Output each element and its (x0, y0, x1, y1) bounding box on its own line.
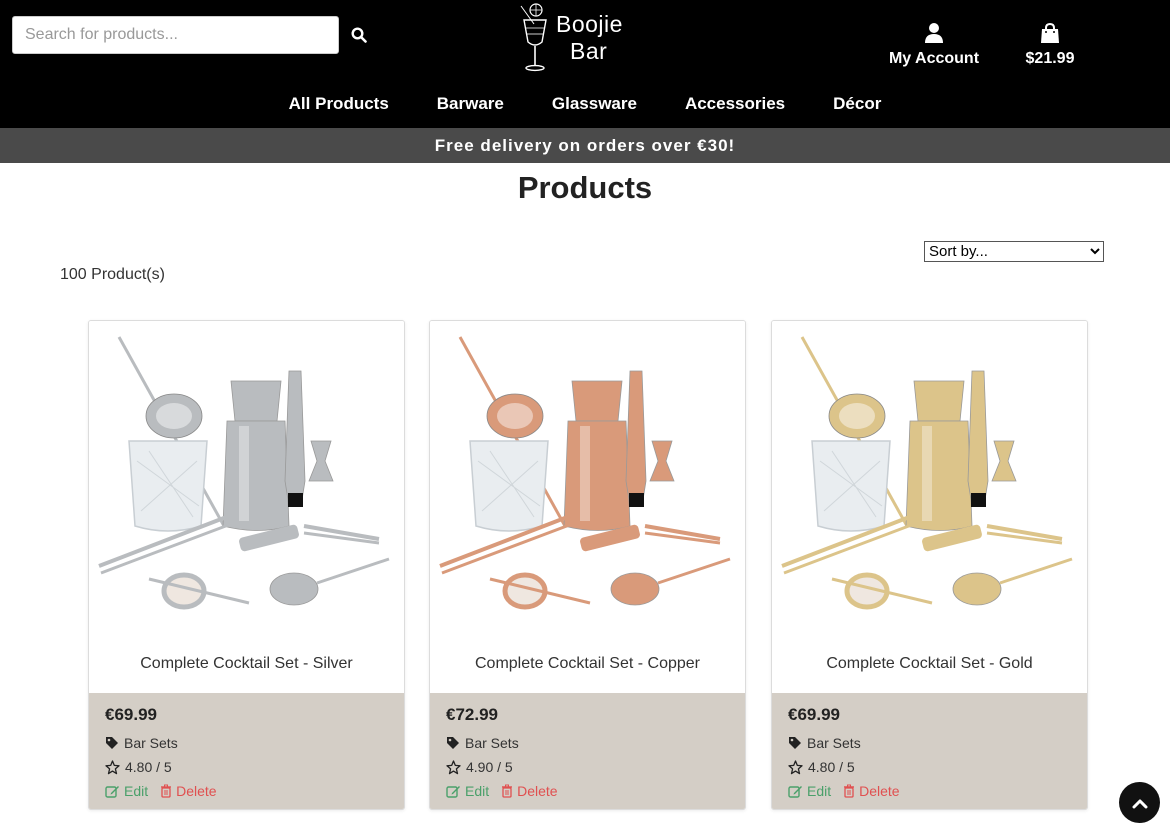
search-button[interactable] (339, 16, 379, 54)
edit-button[interactable]: Edit (105, 783, 148, 799)
nav-glassware[interactable]: Glassware (528, 90, 661, 118)
edit-label: Edit (465, 783, 490, 799)
category-label: Bar Sets (465, 735, 519, 751)
logo-line-1: Boojie (556, 11, 623, 37)
product-footer: €72.99 Bar Sets 4.90 / 5 Edit Delete (430, 693, 745, 809)
cocktail-set-image (772, 321, 1087, 639)
edit-button[interactable]: Edit (446, 783, 489, 799)
star-icon (105, 759, 120, 774)
product-name[interactable]: Complete Cocktail Set - Silver (89, 655, 404, 673)
delete-label: Delete (859, 783, 900, 799)
product-actions: Edit Delete (788, 782, 1071, 800)
product-count: 100 Product(s) (60, 266, 165, 283)
star-icon (788, 759, 803, 774)
search-input[interactable] (12, 16, 339, 54)
cart-link[interactable]: $21.99 (1012, 22, 1088, 68)
cocktail-set-image (89, 321, 404, 639)
search-bar (12, 16, 379, 54)
logo-text: Boojie Bar (556, 11, 623, 65)
site-header: Boojie Bar My Account $21.99 All Product… (0, 0, 1170, 128)
page-title: Products (517, 170, 653, 205)
search-icon (351, 27, 367, 43)
product-category: Bar Sets (446, 734, 729, 752)
rating-label: 4.90 / 5 (466, 759, 513, 775)
product-image[interactable] (89, 321, 404, 639)
product-footer: €69.99 Bar Sets 4.80 / 5 Edit Delete (772, 693, 1087, 809)
chevron-up-icon (1132, 799, 1147, 808)
tag-icon (447, 737, 459, 749)
logo-line-2: Bar (570, 38, 608, 64)
user-icon (925, 23, 943, 43)
product-category: Bar Sets (105, 734, 388, 752)
back-to-top-button[interactable] (1119, 782, 1160, 823)
delete-button[interactable]: Delete (160, 783, 217, 799)
edit-label: Edit (124, 783, 149, 799)
product-price: €69.99 (788, 705, 840, 724)
tag-icon (789, 737, 801, 749)
nav-decor[interactable]: Décor (809, 90, 905, 118)
edit-icon (446, 786, 460, 798)
category-label: Bar Sets (124, 735, 178, 751)
nav-barware[interactable]: Barware (413, 90, 528, 118)
product-category: Bar Sets (788, 734, 1071, 752)
sort-select[interactable]: Sort by... (924, 241, 1104, 262)
product-actions: Edit Delete (446, 782, 729, 800)
edit-icon (105, 786, 119, 798)
product-price: €69.99 (105, 705, 157, 724)
product-footer: €69.99 Bar Sets 4.80 / 5 Edit Delete (89, 693, 404, 809)
edit-icon (788, 786, 802, 798)
rating-label: 4.80 / 5 (125, 759, 172, 775)
cocktail-glass-icon (520, 3, 547, 72)
product-rating: 4.80 / 5 (105, 758, 388, 776)
edit-button[interactable]: Edit (788, 783, 831, 799)
product-actions: Edit Delete (105, 782, 388, 800)
product-name[interactable]: Complete Cocktail Set - Gold (772, 655, 1087, 673)
category-label: Bar Sets (807, 735, 861, 751)
product-card[interactable]: Complete Cocktail Set - Gold €69.99 Bar … (771, 320, 1088, 810)
nav-accessories[interactable]: Accessories (661, 90, 809, 118)
product-price: €72.99 (446, 705, 498, 724)
product-name[interactable]: Complete Cocktail Set - Copper (430, 655, 745, 673)
promo-banner: Free delivery on orders over €30! (0, 128, 1170, 163)
shopping-bag-icon (1041, 22, 1059, 43)
trash-icon (844, 784, 855, 798)
product-image[interactable] (430, 321, 745, 639)
edit-label: Edit (807, 783, 832, 799)
star-icon (446, 759, 461, 774)
tag-icon (106, 737, 118, 749)
delete-button[interactable]: Delete (843, 783, 900, 799)
nav-all-products[interactable]: All Products (265, 90, 413, 118)
product-card[interactable]: Complete Cocktail Set - Silver €69.99 Ba… (88, 320, 405, 810)
cocktail-set-image (430, 321, 745, 639)
product-image[interactable] (772, 321, 1087, 639)
delete-label: Delete (176, 783, 217, 799)
my-account-link[interactable]: My Account (880, 22, 988, 68)
product-card[interactable]: Complete Cocktail Set - Copper €72.99 Ba… (429, 320, 746, 810)
trash-icon (161, 784, 172, 798)
cart-total: $21.99 (1025, 50, 1075, 67)
product-rating: 4.80 / 5 (788, 758, 1071, 776)
trash-icon (502, 784, 513, 798)
delete-label: Delete (517, 783, 558, 799)
my-account-label: My Account (888, 50, 980, 67)
delete-button[interactable]: Delete (501, 783, 558, 799)
product-rating: 4.90 / 5 (446, 758, 729, 776)
site-logo[interactable]: Boojie Bar (516, 0, 646, 76)
rating-label: 4.80 / 5 (808, 759, 855, 775)
main-nav: All Products Barware Glassware Accessori… (0, 90, 1170, 118)
